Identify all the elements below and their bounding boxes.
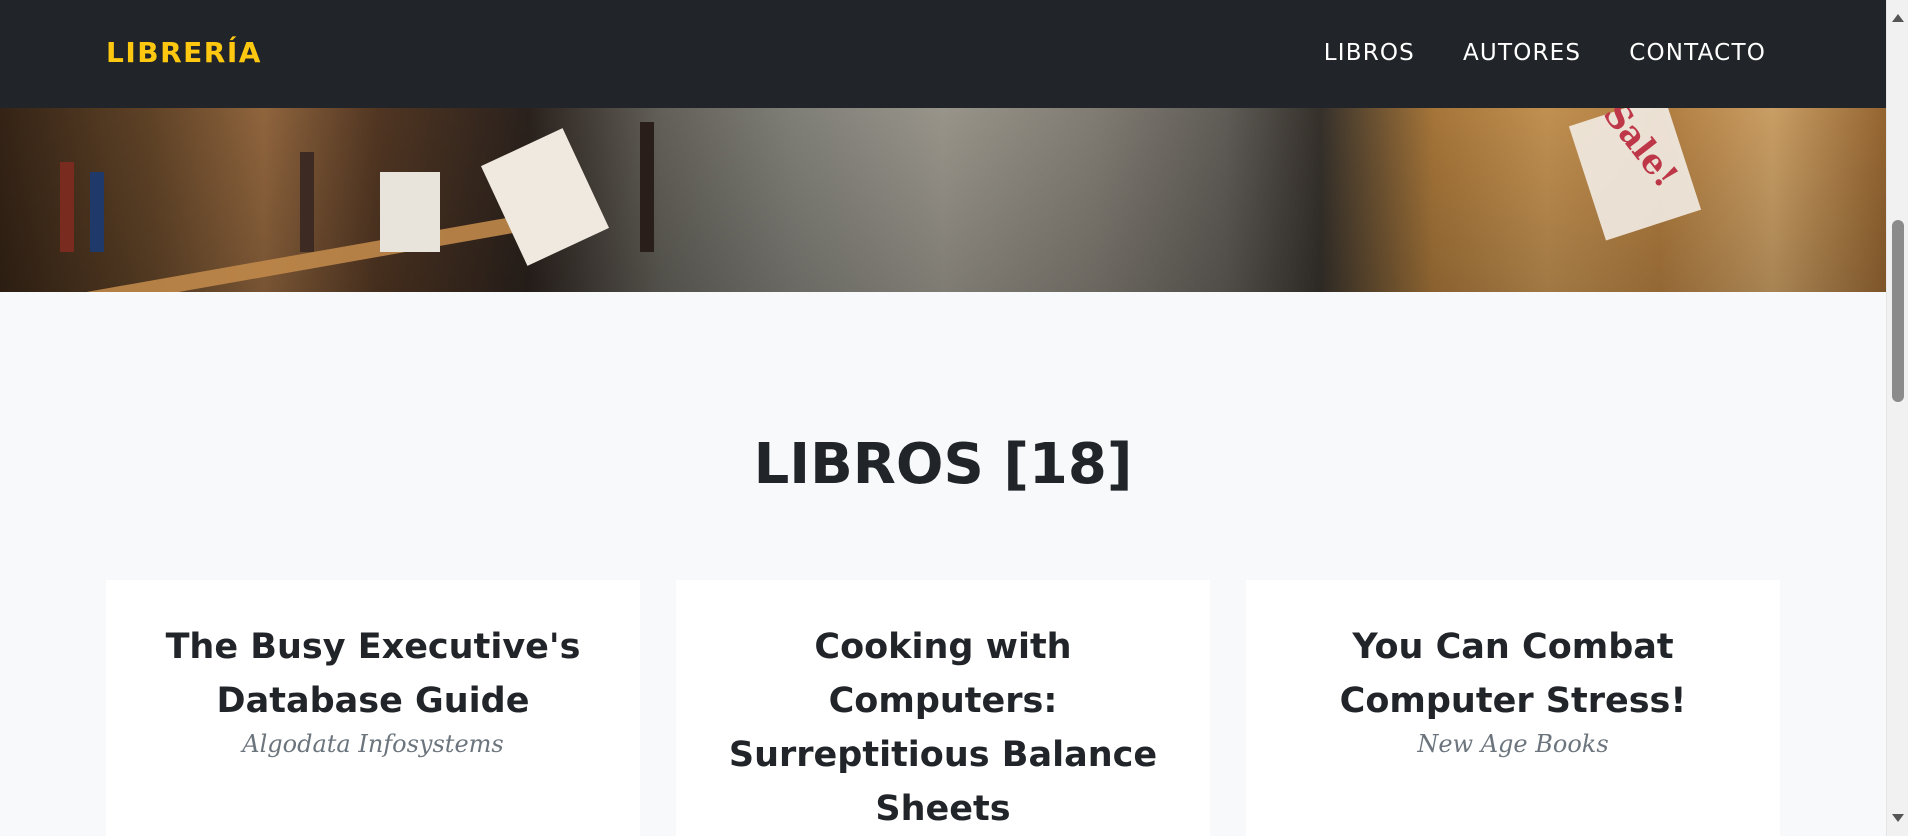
nav-link-contacto[interactable]: CONTACTO — [1629, 40, 1766, 66]
hero-book — [640, 122, 654, 252]
book-publisher: New Age Books — [1417, 730, 1609, 758]
brand-logo[interactable]: LIBRERÍA — [106, 36, 262, 69]
nav-links: LIBROS AUTORES CONTACTO — [1324, 40, 1766, 66]
top-navbar: LIBRERÍA LIBROS AUTORES CONTACTO — [0, 0, 1886, 108]
vertical-scrollbar[interactable] — [1886, 0, 1908, 836]
section-title: LIBROS [18] — [753, 432, 1133, 497]
book-card[interactable]: You Can Combat Computer Stress! New Age … — [1246, 580, 1780, 836]
hero-shelf — [2, 209, 558, 292]
scroll-up-arrow-icon[interactable] — [1892, 14, 1904, 22]
hero-book — [60, 162, 74, 252]
book-title[interactable]: You Can Combat Computer Stress! — [1276, 620, 1750, 728]
nav-link-libros[interactable]: LIBROS — [1324, 40, 1415, 66]
scrollbar-thumb[interactable] — [1892, 220, 1904, 402]
hero-book — [380, 172, 440, 252]
book-cards: The Busy Executive's Database Guide Algo… — [106, 580, 1780, 836]
book-card[interactable]: Cooking with Computers: Surreptitious Ba… — [676, 580, 1210, 836]
hero-book — [300, 152, 314, 252]
nav-link-autores[interactable]: AUTORES — [1463, 40, 1581, 66]
scroll-down-arrow-icon[interactable] — [1892, 814, 1904, 822]
hero-sale-sign-text: Sale! — [1594, 108, 1686, 196]
book-title[interactable]: Cooking with Computers: Surreptitious Ba… — [706, 620, 1180, 836]
hero-book — [480, 128, 610, 266]
hero-sale-sign: Sale! — [1568, 108, 1702, 241]
book-card[interactable]: The Busy Executive's Database Guide Algo… — [106, 580, 640, 836]
hero-book — [90, 172, 104, 252]
hero-banner-image: Sale! — [0, 108, 1886, 292]
book-title[interactable]: The Busy Executive's Database Guide — [136, 620, 610, 728]
book-publisher: Algodata Infosystems — [242, 730, 504, 758]
